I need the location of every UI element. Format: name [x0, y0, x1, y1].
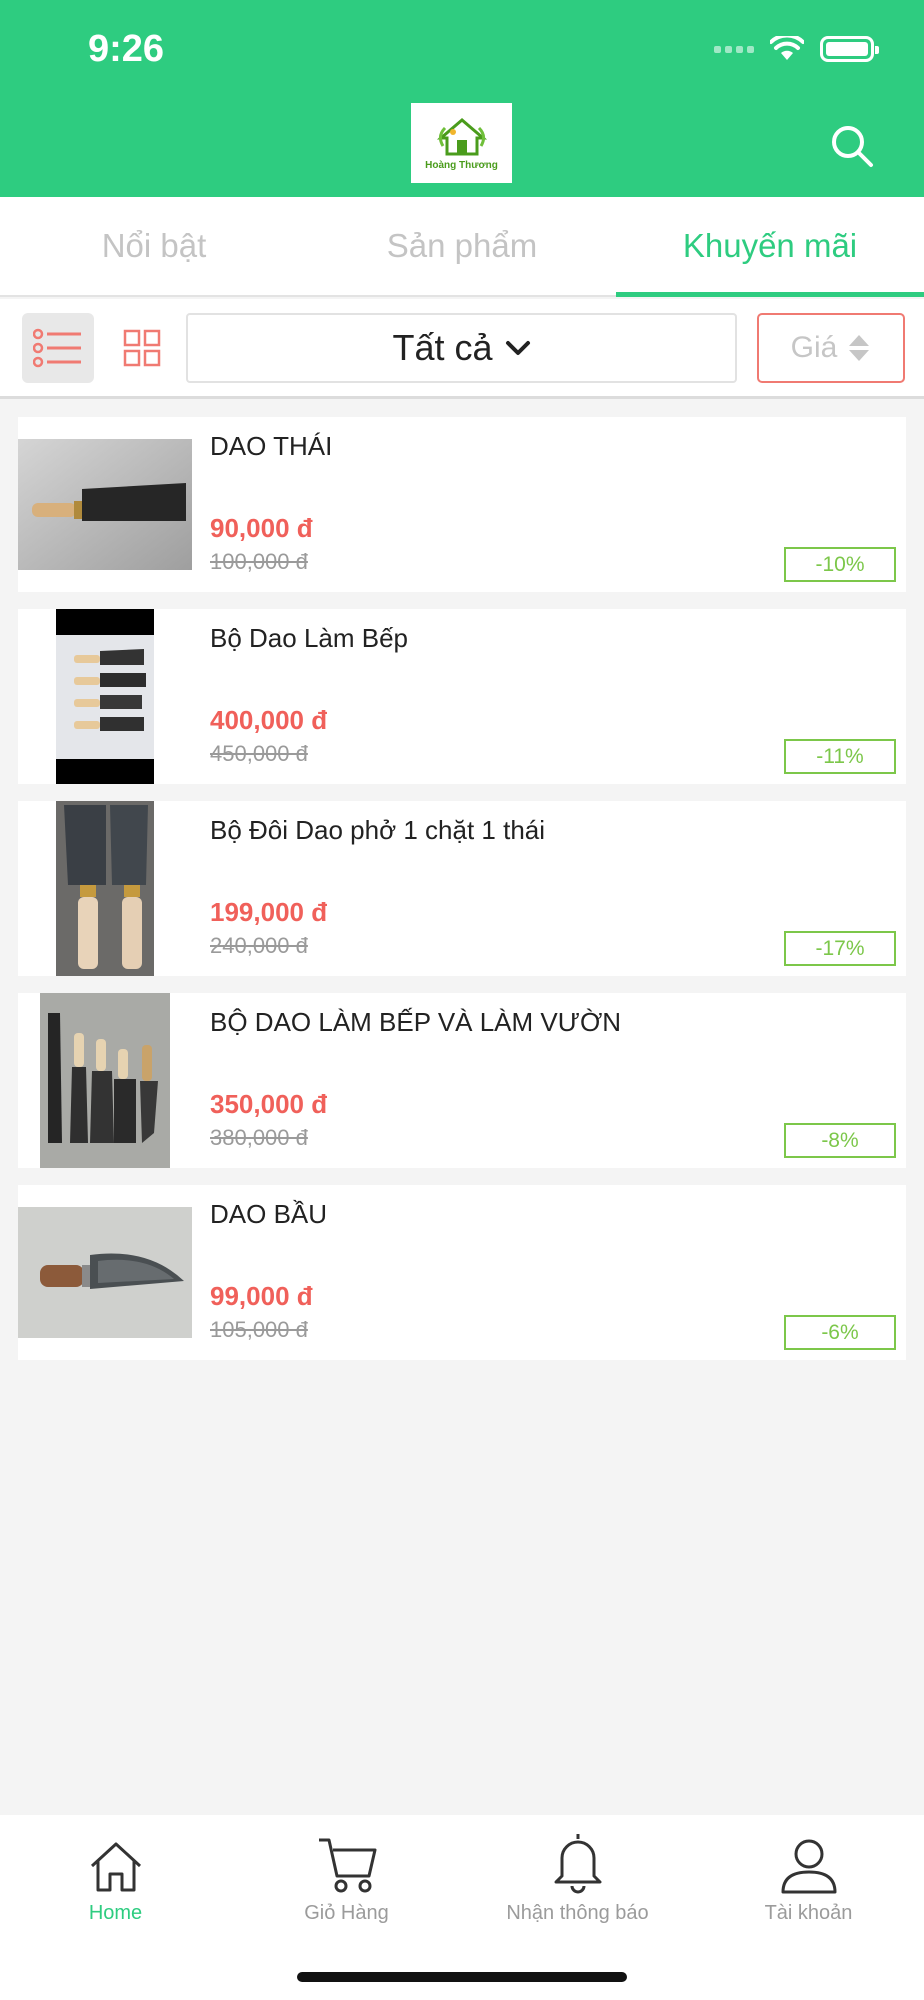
- product-image[interactable]: [18, 609, 192, 784]
- product-card[interactable]: Bộ Đôi Dao phở 1 chặt 1 thái 199,000 đ 2…: [18, 801, 906, 976]
- status-indicators: [714, 36, 879, 62]
- product-image[interactable]: [18, 1185, 192, 1360]
- bell-icon: [554, 1834, 601, 1894]
- price-sort-button[interactable]: Giá: [757, 313, 905, 383]
- nav-home-label: Home: [88, 1902, 143, 1924]
- product-image[interactable]: [18, 801, 192, 976]
- brand-logo: Hoàng Thương: [411, 103, 512, 183]
- house-logo-icon: [436, 117, 487, 155]
- list-view-icon: [33, 328, 81, 368]
- product-image[interactable]: [18, 993, 192, 1168]
- status-time: 9:26: [88, 28, 165, 70]
- filter-bar: Tất cả Giá: [0, 299, 924, 399]
- product-name: BỘ DAO LÀM BẾP VÀ LÀM VƯỜN: [210, 1007, 622, 1037]
- nav-notifications-label: Nhận thông báo: [506, 1902, 649, 1924]
- nav-cart[interactable]: Giỏ Hàng: [231, 1815, 462, 1925]
- product-price: 400,000 đ: [210, 705, 328, 735]
- product-old-price: 100,000 đ: [210, 549, 308, 574]
- product-price: 350,000 đ: [210, 1089, 328, 1119]
- tab-featured[interactable]: Nổi bật: [0, 197, 308, 295]
- home-indicator: [297, 1972, 627, 1982]
- product-image[interactable]: [18, 417, 192, 592]
- grid-view-button[interactable]: [106, 313, 178, 383]
- nav-account[interactable]: Tài khoản: [693, 1815, 924, 1925]
- cart-icon: [318, 1838, 376, 1893]
- product-name: DAO BẦU: [210, 1199, 328, 1229]
- logo-text: Hoàng Thương: [425, 159, 498, 171]
- discount-badge: -10%: [784, 547, 896, 582]
- product-card[interactable]: DAO BẦU 99,000 đ 105,000 đ -6%: [18, 1185, 906, 1360]
- cellular-signal-icon: [714, 45, 754, 53]
- product-price: 199,000 đ: [210, 897, 328, 927]
- search-icon: [832, 126, 873, 167]
- product-name: DAO THÁI: [210, 431, 333, 461]
- wifi-icon: [770, 36, 804, 60]
- discount-badge: -17%: [784, 931, 896, 966]
- home-icon: [90, 1842, 141, 1892]
- product-list: DAO THÁI 90,000 đ 100,000 đ -10% Bộ Dao …: [18, 417, 906, 1377]
- product-price: 99,000 đ: [210, 1281, 313, 1311]
- category-tabs: Nổi bật Sản phẩm Khuyến mãi: [0, 197, 924, 297]
- product-card[interactable]: BỘ DAO LÀM BẾP VÀ LÀM VƯỜN 350,000 đ 380…: [18, 993, 906, 1168]
- grid-view-icon: [123, 329, 161, 367]
- category-dropdown-value: Tất cả: [392, 327, 493, 368]
- product-old-price: 450,000 đ: [210, 741, 308, 766]
- search-button[interactable]: [828, 122, 876, 170]
- product-old-price: 240,000 đ: [210, 933, 308, 958]
- chevron-down-icon: [505, 341, 530, 355]
- category-dropdown[interactable]: Tất cả: [186, 313, 737, 383]
- discount-badge: -6%: [784, 1315, 896, 1350]
- user-icon: [781, 1839, 836, 1894]
- list-view-button[interactable]: [22, 313, 94, 383]
- discount-badge: -8%: [784, 1123, 896, 1158]
- nav-home[interactable]: Home: [0, 1815, 231, 1925]
- product-name: Bộ Đôi Dao phở 1 chặt 1 thái: [210, 815, 546, 845]
- discount-badge: -11%: [784, 739, 896, 774]
- nav-account-label: Tài khoản: [764, 1902, 853, 1924]
- product-price: 90,000 đ: [210, 513, 313, 543]
- battery-icon: [820, 36, 879, 62]
- product-card[interactable]: DAO THÁI 90,000 đ 100,000 đ -10%: [18, 417, 906, 592]
- tab-promotions[interactable]: Khuyến mãi: [616, 197, 924, 297]
- product-old-price: 380,000 đ: [210, 1125, 308, 1150]
- sort-arrows-icon: [849, 335, 870, 361]
- product-name: Bộ Dao Làm Bếp: [210, 623, 409, 653]
- app-header: 9:26 Hoàng Thương: [0, 0, 924, 197]
- product-card[interactable]: Bộ Dao Làm Bếp 400,000 đ 450,000 đ -11%: [18, 609, 906, 784]
- nav-cart-label: Giỏ Hàng: [304, 1902, 389, 1924]
- nav-notifications[interactable]: Nhận thông báo: [462, 1815, 693, 1925]
- tab-products[interactable]: Sản phẩm: [308, 197, 616, 295]
- product-old-price: 105,000 đ: [210, 1317, 308, 1342]
- price-sort-label: Giá: [790, 331, 838, 364]
